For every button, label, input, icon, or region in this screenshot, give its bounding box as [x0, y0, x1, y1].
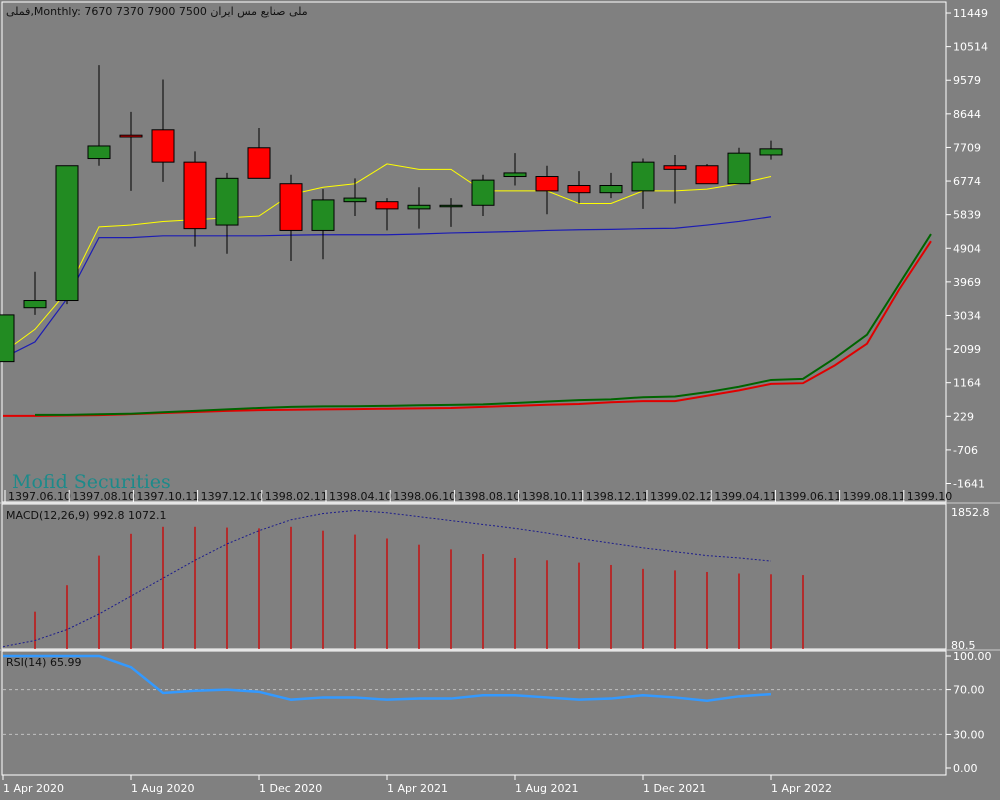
candle-body-bull [471, 179, 495, 206]
time-axis-label: 1 Aug 2020 [131, 782, 194, 795]
macd-y-tick-label: 1852.8 [951, 506, 990, 519]
price-y-tick-label: -1641 [953, 478, 985, 491]
price-y-tick-label: 6774 [953, 175, 981, 188]
candle-body-bull [215, 177, 239, 226]
candle-body-bull [55, 165, 79, 302]
candle-body-bear [535, 176, 559, 192]
jalali-date-label: 1398.04.10 [329, 490, 392, 503]
rsi-y-tick-label: 30.00 [953, 728, 985, 741]
candle-body-bull [599, 185, 623, 194]
price-y-tick-label: 11449 [953, 7, 988, 20]
time-axis-label: 1 Apr 2020 [3, 782, 64, 795]
rsi-panel-frame [1, 650, 947, 776]
price-panel-frame [1, 1, 947, 503]
rsi-line [3, 654, 772, 703]
time-axis-label: 1 Aug 2021 [515, 782, 578, 795]
jalali-date-label: 1398.12.11 [586, 490, 649, 503]
jalali-date-label: 1399.10 [907, 490, 953, 503]
time-axis-label: 1 Apr 2022 [771, 782, 832, 795]
price-y-tick-label: 2099 [953, 343, 981, 356]
jalali-date-label: 1399.08.11 [843, 490, 906, 503]
candle-body-bear [695, 165, 719, 185]
macd-panel-frame [1, 503, 947, 650]
band-bottom-line [3, 240, 932, 417]
jalali-date-label: 1398.06.10 [393, 490, 456, 503]
jalali-date-label: 1399.02.12 [650, 490, 713, 503]
candle-body-bear [663, 165, 687, 170]
price-y-tick-label: 3969 [953, 276, 981, 289]
ma-fast-line [2, 163, 772, 354]
price-y-tick-label: 10514 [953, 41, 988, 54]
chart-canvas[interactable]: 11449 10514 9579 8644 7709 6774 5839 4904 3969 30… [0, 0, 1000, 800]
jalali-date-label: 1399.04.11 [714, 490, 777, 503]
candle-body-bear [375, 201, 399, 210]
candle-body-bull [727, 152, 751, 185]
price-y-tick-label: 8644 [953, 108, 981, 121]
candle-body-bull [503, 172, 527, 178]
candle-body-bull [631, 161, 655, 192]
time-axis-label: 1 Dec 2020 [259, 782, 322, 795]
macd-title: MACD(12,26,9) 992.8 1072.1 [6, 509, 167, 522]
candle-body-bear [279, 183, 303, 231]
candle-body-bull [439, 204, 463, 208]
price-y-tick-label: -706 [953, 444, 978, 457]
time-axis-label: 1 Dec 2021 [643, 782, 706, 795]
price-y-tick-label: 3034 [953, 309, 981, 322]
candle-body-bear [247, 147, 271, 179]
price-y-tick-label: 9579 [953, 74, 981, 87]
candle-body-bull [87, 145, 111, 160]
candle-body-bear [183, 161, 207, 230]
axes: 11449 10514 9579 8644 7709 6774 5839 4904 3969 30… [2, 7, 992, 795]
jalali-date-label: 1398.02.11 [265, 490, 328, 503]
candle-body-bear [567, 185, 591, 194]
price-y-tick-label: 1164 [953, 377, 981, 390]
candle-body-bull [0, 314, 15, 363]
rsi-title: RSI(14) 65.99 [6, 656, 81, 669]
band-top-line [35, 233, 932, 416]
jalali-date-label: 1398.10.11 [522, 490, 585, 503]
price-panel[interactable] [0, 65, 932, 417]
candle-body-bull [311, 199, 335, 231]
ma-slow-line [2, 216, 772, 359]
candle-body-bull [407, 204, 431, 210]
candle-body-bear [151, 129, 175, 163]
jalali-date-label: 1399.06.11 [778, 490, 841, 503]
candle-body-bull [23, 300, 47, 309]
jalali-date-label: 1397.12.10 [201, 490, 264, 503]
rsi-y-tick-label: 0.00 [953, 762, 978, 775]
candle-body-bear [119, 134, 143, 138]
trading-terminal: 11449 10514 9579 8644 7709 6774 5839 4904 3969 30… [0, 0, 1000, 800]
price-y-tick-label: 229 [953, 410, 974, 423]
price-y-tick-label: 7709 [953, 141, 981, 154]
candle-body-bull [759, 148, 783, 156]
jalali-date-label: 1398.08.10 [457, 490, 520, 503]
rsi-y-tick-label: 70.00 [953, 684, 985, 697]
rsi-y-tick-label: 100.00 [953, 650, 992, 663]
symbol-title: فملی,Monthly: 7670 7370 7900 7500 ملی صن… [6, 5, 308, 18]
time-axis-label: 1 Apr 2021 [387, 782, 448, 795]
rsi-panel[interactable] [3, 654, 945, 735]
price-y-tick-label: 5839 [953, 209, 981, 222]
candle-body-bull [343, 197, 367, 203]
price-y-tick-label: 4904 [953, 242, 981, 255]
watermark-text: Mofid Securities [12, 471, 171, 493]
macd-panel[interactable] [2, 509, 804, 649]
